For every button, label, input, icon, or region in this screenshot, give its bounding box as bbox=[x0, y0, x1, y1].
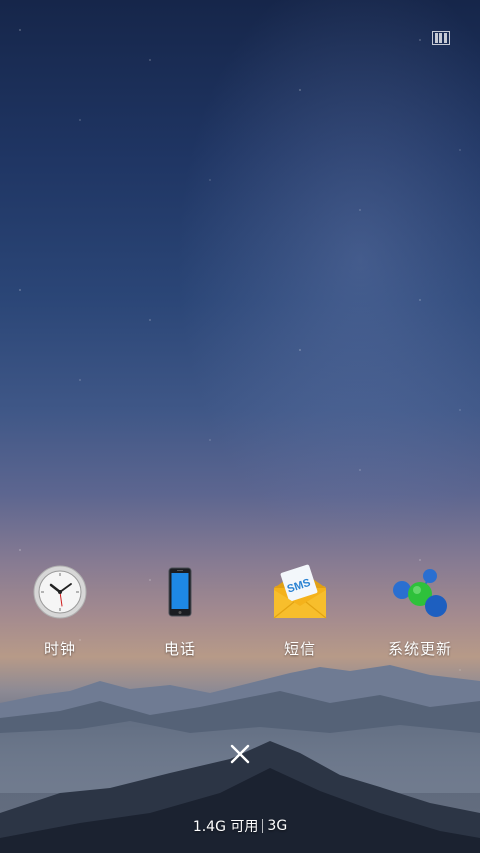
memory-available: 1.4G 可用 bbox=[192, 819, 259, 835]
recent-apps-icon bbox=[432, 31, 450, 45]
recent-apps-row: 时钟 电话 SMS 短信 系统更新 bbox=[0, 560, 480, 659]
app-phone[interactable]: 电话 bbox=[120, 560, 240, 659]
clock-icon bbox=[28, 560, 92, 624]
memory-status: 1.4G 可用 3G bbox=[0, 816, 480, 836]
memory-separator bbox=[262, 819, 264, 833]
system-update-icon bbox=[388, 560, 452, 624]
memory-total: 3G bbox=[267, 818, 288, 834]
app-clock[interactable]: 时钟 bbox=[0, 560, 120, 659]
close-icon bbox=[230, 744, 250, 764]
sms-icon: SMS bbox=[268, 560, 332, 624]
close-all-button[interactable] bbox=[224, 738, 256, 770]
app-label-phone: 电话 bbox=[163, 640, 196, 658]
app-label-sms: 短信 bbox=[283, 640, 316, 658]
app-system-update[interactable]: 系统更新 bbox=[360, 560, 480, 659]
app-sms[interactable]: SMS 短信 bbox=[240, 560, 360, 659]
app-label-clock: 时钟 bbox=[43, 640, 76, 658]
app-label-system-update: 系统更新 bbox=[387, 640, 452, 658]
phone-icon bbox=[148, 560, 212, 624]
